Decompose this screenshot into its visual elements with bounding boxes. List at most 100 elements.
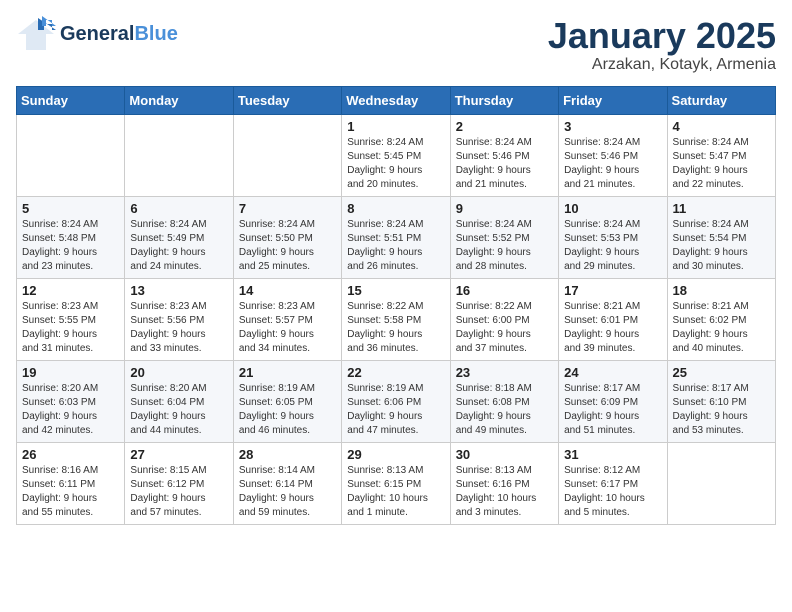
day-number: 31 bbox=[564, 447, 661, 462]
day-info: Sunrise: 8:19 AMSunset: 6:05 PMDaylight:… bbox=[239, 382, 336, 438]
logo-icon bbox=[16, 16, 56, 52]
week-row-5: 26Sunrise: 8:16 AMSunset: 6:11 PMDayligh… bbox=[17, 442, 776, 524]
calendar-cell: 1Sunrise: 8:24 AMSunset: 5:45 PMDaylight… bbox=[342, 114, 450, 196]
day-number: 20 bbox=[130, 365, 227, 380]
week-row-4: 19 Sunrise: 8:20 AMSunset: 6:03 PMDayligh… bbox=[17, 360, 776, 442]
calendar-cell: 30Sunrise: 8:13 AMSunset: 6:16 PMDayligh… bbox=[450, 442, 558, 524]
weekday-header-row: SundayMondayTuesdayWednesdayThursdayFrid… bbox=[17, 86, 776, 114]
day-info: Sunrise: 8:20 AMSunset: 6:03 PMDaylight:… bbox=[22, 382, 119, 438]
calendar-cell: 6 Sunrise: 8:24 AMSunset: 5:49 PMDaylight… bbox=[125, 196, 233, 278]
calendar-cell bbox=[17, 114, 125, 196]
day-number: 10 bbox=[564, 201, 661, 216]
weekday-header-saturday: Saturday bbox=[667, 86, 775, 114]
calendar-cell: 26Sunrise: 8:16 AMSunset: 6:11 PMDayligh… bbox=[17, 442, 125, 524]
calendar-cell: 8 Sunrise: 8:24 AMSunset: 5:51 PMDaylight… bbox=[342, 196, 450, 278]
day-number: 7 bbox=[239, 201, 336, 216]
day-number: 22 bbox=[347, 365, 444, 380]
calendar-cell: 4 Sunrise: 8:24 AMSunset: 5:47 PMDaylight… bbox=[667, 114, 775, 196]
day-number: 15 bbox=[347, 283, 444, 298]
day-info: Sunrise: 8:24 AMSunset: 5:50 PMDaylight:… bbox=[239, 218, 336, 274]
day-info: Sunrise: 8:17 AMSunset: 6:09 PMDaylight:… bbox=[564, 382, 661, 438]
day-number: 19 bbox=[22, 365, 119, 380]
week-row-3: 12 Sunrise: 8:23 AMSunset: 5:55 PMDayligh… bbox=[17, 278, 776, 360]
calendar-cell: 12 Sunrise: 8:23 AMSunset: 5:55 PMDayligh… bbox=[17, 278, 125, 360]
weekday-header-tuesday: Tuesday bbox=[233, 86, 341, 114]
day-info: Sunrise: 8:21 AMSunset: 6:01 PMDaylight:… bbox=[564, 300, 661, 356]
calendar-title: January 2025 bbox=[548, 16, 776, 56]
calendar-cell: 2 Sunrise: 8:24 AMSunset: 5:46 PMDaylight… bbox=[450, 114, 558, 196]
day-number: 11 bbox=[673, 201, 770, 216]
calendar-cell bbox=[233, 114, 341, 196]
page-header: GeneralBlue January 2025 Arzakan, Kotayk… bbox=[16, 16, 776, 74]
calendar-cell: 25 Sunrise: 8:17 AMSunset: 6:10 PMDayligh… bbox=[667, 360, 775, 442]
day-info: Sunrise: 8:24 AMSunset: 5:52 PMDaylight:… bbox=[456, 218, 553, 274]
weekday-header-wednesday: Wednesday bbox=[342, 86, 450, 114]
day-info: Sunrise: 8:22 AMSunset: 6:00 PMDaylight:… bbox=[456, 300, 553, 356]
day-info: Sunrise: 8:24 AMSunset: 5:53 PMDaylight:… bbox=[564, 218, 661, 274]
day-number: 12 bbox=[22, 283, 119, 298]
day-number: 25 bbox=[673, 365, 770, 380]
weekday-header-thursday: Thursday bbox=[450, 86, 558, 114]
day-info: Sunrise: 8:13 AMSunset: 6:16 PMDaylight:… bbox=[456, 464, 553, 520]
calendar-subtitle: Arzakan, Kotayk, Armenia bbox=[548, 56, 776, 74]
calendar-cell: 19 Sunrise: 8:20 AMSunset: 6:03 PMDayligh… bbox=[17, 360, 125, 442]
calendar-cell: 10 Sunrise: 8:24 AMSunset: 5:53 PMDayligh… bbox=[559, 196, 667, 278]
calendar-cell: 27 Sunrise: 8:15 AMSunset: 6:12 PMDayligh… bbox=[125, 442, 233, 524]
title-area: January 2025 Arzakan, Kotayk, Armenia bbox=[548, 16, 776, 74]
calendar-cell: 29 Sunrise: 8:13 AMSunset: 6:15 PMDayligh… bbox=[342, 442, 450, 524]
day-number: 27 bbox=[130, 447, 227, 462]
day-number: 9 bbox=[456, 201, 553, 216]
calendar-cell: 20 Sunrise: 8:20 AMSunset: 6:04 PMDayligh… bbox=[125, 360, 233, 442]
day-info: Sunrise: 8:18 AMSunset: 6:08 PMDaylight:… bbox=[456, 382, 553, 438]
day-info: Sunrise: 8:14 AMSunset: 6:14 PMDaylight:… bbox=[239, 464, 336, 520]
weekday-header-monday: Monday bbox=[125, 86, 233, 114]
calendar-cell: 18 Sunrise: 8:21 AMSunset: 6:02 PMDayligh… bbox=[667, 278, 775, 360]
day-info: Sunrise: 8:24 AMSunset: 5:51 PMDaylight:… bbox=[347, 218, 444, 274]
day-info: Sunrise: 8:24 AMSunset: 5:54 PMDaylight:… bbox=[673, 218, 770, 274]
day-info: Sunrise: 8:23 AMSunset: 5:55 PMDaylight:… bbox=[22, 300, 119, 356]
day-info: Sunrise: 8:19 AMSunset: 6:06 PMDaylight:… bbox=[347, 382, 444, 438]
day-number: 14 bbox=[239, 283, 336, 298]
calendar-cell: 28 Sunrise: 8:14 AMSunset: 6:14 PMDayligh… bbox=[233, 442, 341, 524]
day-info: Sunrise: 8:23 AMSunset: 5:56 PMDaylight:… bbox=[130, 300, 227, 356]
day-number: 2 bbox=[456, 119, 553, 134]
calendar-cell bbox=[125, 114, 233, 196]
calendar-cell: 7 Sunrise: 8:24 AMSunset: 5:50 PMDaylight… bbox=[233, 196, 341, 278]
day-number: 4 bbox=[673, 119, 770, 134]
week-row-2: 5 Sunrise: 8:24 AMSunset: 5:48 PMDaylight… bbox=[17, 196, 776, 278]
day-info: Sunrise: 8:15 AMSunset: 6:12 PMDaylight:… bbox=[130, 464, 227, 520]
day-info: Sunrise: 8:12 AMSunset: 6:17 PMDaylight:… bbox=[564, 464, 661, 520]
week-row-1: 1Sunrise: 8:24 AMSunset: 5:45 PMDaylight… bbox=[17, 114, 776, 196]
day-number: 28 bbox=[239, 447, 336, 462]
day-info: Sunrise: 8:24 AMSunset: 5:49 PMDaylight:… bbox=[130, 218, 227, 274]
day-number: 5 bbox=[22, 201, 119, 216]
calendar-cell: 24 Sunrise: 8:17 AMSunset: 6:09 PMDayligh… bbox=[559, 360, 667, 442]
day-number: 17 bbox=[564, 283, 661, 298]
day-number: 13 bbox=[130, 283, 227, 298]
day-info: Sunrise: 8:17 AMSunset: 6:10 PMDaylight:… bbox=[673, 382, 770, 438]
day-info: Sunrise: 8:24 AMSunset: 5:46 PMDaylight:… bbox=[456, 136, 553, 192]
day-number: 29 bbox=[347, 447, 444, 462]
calendar-cell: 16Sunrise: 8:22 AMSunset: 6:00 PMDayligh… bbox=[450, 278, 558, 360]
logo-text: GeneralBlue bbox=[60, 23, 178, 45]
day-info: Sunrise: 8:23 AMSunset: 5:57 PMDaylight:… bbox=[239, 300, 336, 356]
day-info: Sunrise: 8:13 AMSunset: 6:15 PMDaylight:… bbox=[347, 464, 444, 520]
calendar-cell: 11 Sunrise: 8:24 AMSunset: 5:54 PMDayligh… bbox=[667, 196, 775, 278]
day-number: 18 bbox=[673, 283, 770, 298]
day-info: Sunrise: 8:24 AMSunset: 5:45 PMDaylight:… bbox=[347, 136, 444, 192]
calendar-cell: 5 Sunrise: 8:24 AMSunset: 5:48 PMDaylight… bbox=[17, 196, 125, 278]
day-info: Sunrise: 8:21 AMSunset: 6:02 PMDaylight:… bbox=[673, 300, 770, 356]
calendar-cell: 15Sunrise: 8:22 AMSunset: 5:58 PMDayligh… bbox=[342, 278, 450, 360]
day-number: 8 bbox=[347, 201, 444, 216]
day-number: 3 bbox=[564, 119, 661, 134]
calendar-table: SundayMondayTuesdayWednesdayThursdayFrid… bbox=[16, 86, 776, 525]
day-number: 6 bbox=[130, 201, 227, 216]
logo: GeneralBlue bbox=[16, 16, 178, 52]
day-info: Sunrise: 8:24 AMSunset: 5:48 PMDaylight:… bbox=[22, 218, 119, 274]
calendar-cell: 17 Sunrise: 8:21 AMSunset: 6:01 PMDayligh… bbox=[559, 278, 667, 360]
day-info: Sunrise: 8:24 AMSunset: 5:47 PMDaylight:… bbox=[673, 136, 770, 192]
day-info: Sunrise: 8:20 AMSunset: 6:04 PMDaylight:… bbox=[130, 382, 227, 438]
day-number: 24 bbox=[564, 365, 661, 380]
calendar-cell: 13 Sunrise: 8:23 AMSunset: 5:56 PMDayligh… bbox=[125, 278, 233, 360]
calendar-cell: 21Sunrise: 8:19 AMSunset: 6:05 PMDayligh… bbox=[233, 360, 341, 442]
